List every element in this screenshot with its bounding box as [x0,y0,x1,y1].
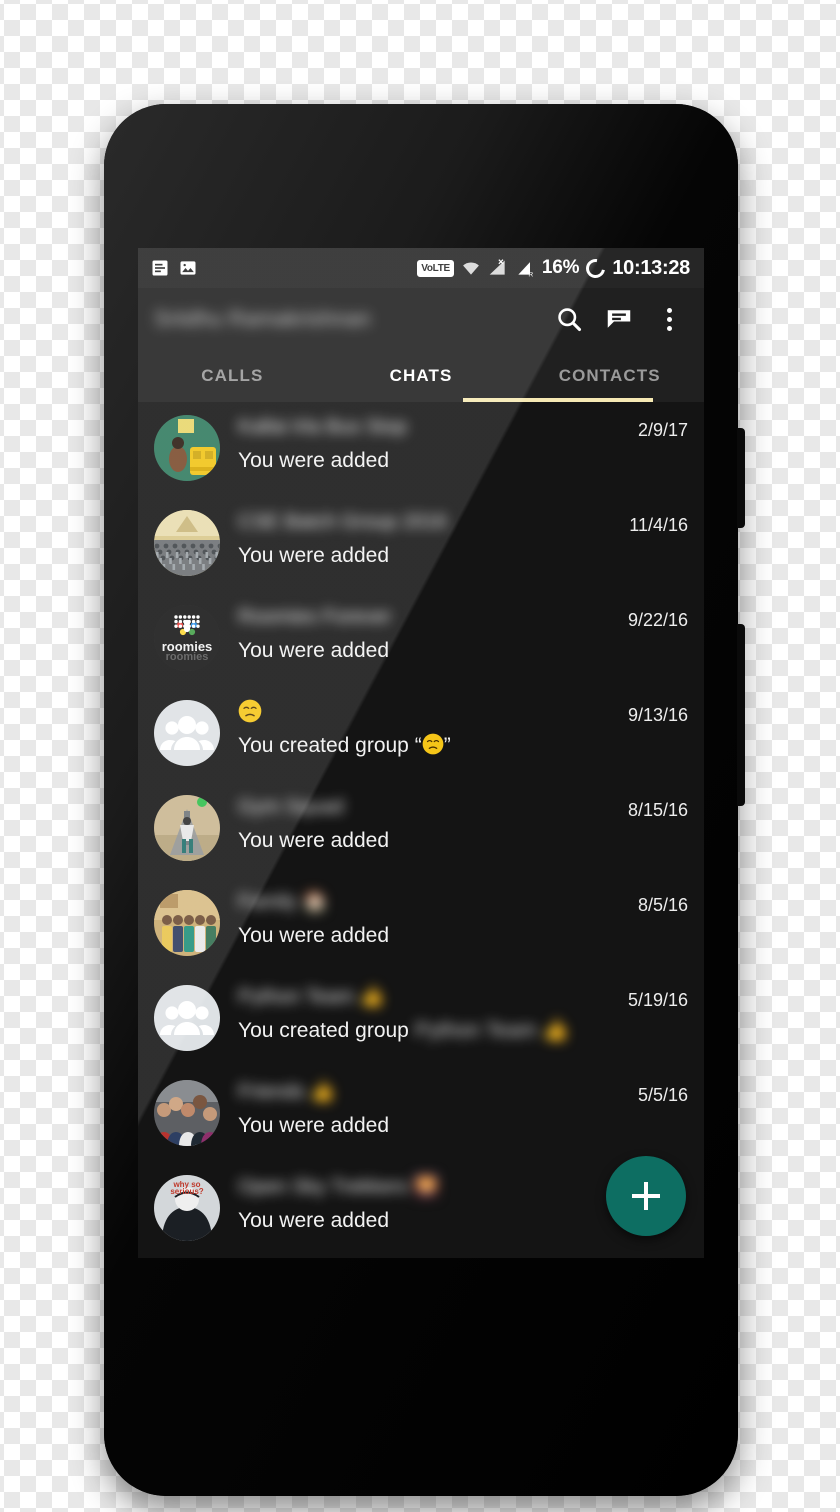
chat-list-item[interactable]: Python Team 👍 You created group Python Te… [138,972,704,1067]
avatar[interactable]: roomies roomies [154,605,220,671]
signal-roaming-icon: R [515,258,535,278]
chat-item-body: CSE Batch Group 2016 You were added [220,497,617,569]
wifi-icon [461,258,481,278]
status-bar-system: VoLTE R 16% 10:13:28 [417,254,690,282]
avatar[interactable] [154,795,220,861]
chat-item-body: Roomies Forever You were added [220,592,616,664]
chat-item-date: 5/19/16 [627,990,688,1010]
chat-item-body: Friends 👍 You were added [220,1067,626,1139]
svg-text:roomies: roomies [166,651,209,663]
avatar[interactable]: why so serious? [154,1175,220,1241]
chat-item-title: Friends 👍 [238,1081,336,1103]
message-note-icon [150,258,170,278]
chat-item-date: 11/4/16 [629,515,688,535]
chat-item-subtitle: You were added [238,924,390,947]
tab-calls[interactable]: CALLS [138,350,327,402]
tab-chats[interactable]: CHATS [327,350,516,402]
chat-list-item[interactable]: Family 🏠 You were added 8/5/16 [138,877,704,972]
avatar[interactable] [154,510,220,576]
chat-list-item[interactable]: Kallai Irla Bus Stop You were added 2/9/17 [138,402,704,497]
chat-list-item[interactable]: CSE Batch Group 2016 You were added 11/4/1… [138,497,704,592]
chat-list-item[interactable]: roomies roomies Roomies Forever You were ad… [138,592,704,687]
chat-list[interactable]: Kallai Irla Bus Stop You were added 2/9/17… [138,402,704,1258]
chat-list-item[interactable]: You created group “” 9/13/16 [138,687,704,782]
volte-icon: VoLTE [417,259,454,277]
chat-item-subtitle: You were added [238,449,390,472]
chat-item-title: CSE Batch Group 2016 [238,511,448,533]
avatar[interactable] [154,1080,220,1146]
plus-icon [630,1180,662,1212]
overflow-menu-icon[interactable] [646,296,692,342]
battery-circle-icon [582,254,610,282]
chat-item-date: 8/15/16 [627,800,688,820]
avatar[interactable] [154,700,220,766]
chat-item-title: Family 🏠 [238,891,328,913]
image-icon [178,258,198,278]
chat-item-title: Roomies Forever [238,606,392,628]
chat-item-date: 8/5/16 [637,895,688,915]
chat-list-item[interactable]: Gym Squad You were added 8/15/16 [138,782,704,877]
svg-text:R: R [528,271,533,278]
status-bar-clock: 10:13:28 [612,256,690,279]
avatar[interactable] [154,415,220,481]
avatar[interactable] [154,890,220,956]
new-chat-fab[interactable] [606,1156,686,1236]
avatar[interactable] [154,985,220,1051]
chat-item-date: 9/13/16 [627,705,688,725]
volume-button[interactable] [737,624,745,806]
app-bar-title: Sriidhu Ramakrishnan [154,306,371,331]
chat-item-subtitle: You were added [238,829,390,852]
battery-percent-label: 16% [541,257,580,278]
chat-item-date: 9/22/16 [627,610,688,630]
chat-item-body: Family 🏠 You were added [220,877,626,949]
chat-item-title: Gym Squad [238,796,344,818]
phone-screen: VoLTE R 16% 10:13:28 Sriidhu Ramakrishna… [138,248,704,1258]
chat-item-title: Kallai Irla Bus Stop [238,416,407,438]
chat-item-title: Python Team 👍 [238,986,385,1008]
chat-item-subtitle: You created group Python Team 👍 [238,1019,569,1042]
search-icon[interactable] [546,296,592,342]
chat-item-body: Kallai Irla Bus Stop You were added [220,402,626,474]
chat-item-title [238,699,616,725]
tab-bar: CALLS CHATS CONTACTS [138,350,704,402]
message-icon[interactable] [596,296,642,342]
chat-item-subtitle: You were added [238,544,390,567]
chat-item-date: 5/5/16 [637,1085,688,1105]
chat-item-subtitle: You created group “” [238,733,451,757]
chat-item-subtitle: You were added [238,639,390,662]
power-button[interactable] [737,428,745,528]
chat-item-body: Gym Squad You were added [220,782,616,854]
chat-item-date: 2/9/17 [637,420,688,440]
svg-text:serious?: serious? [170,1187,203,1196]
chat-list-item[interactable]: Friends 👍 You were added 5/5/16 [138,1067,704,1162]
signal-no-sim-icon [488,258,508,278]
chat-item-body: You created group “” [220,687,616,759]
app-bar: Sriidhu Ramakrishnan [138,288,704,350]
status-bar: VoLTE R 16% 10:13:28 [138,248,704,288]
chat-item-body: Python Team 👍 You created group Python Te… [220,972,616,1044]
tab-contacts[interactable]: CONTACTS [515,350,704,402]
chat-item-subtitle: You were added [238,1114,390,1137]
status-bar-notifications [150,258,198,278]
